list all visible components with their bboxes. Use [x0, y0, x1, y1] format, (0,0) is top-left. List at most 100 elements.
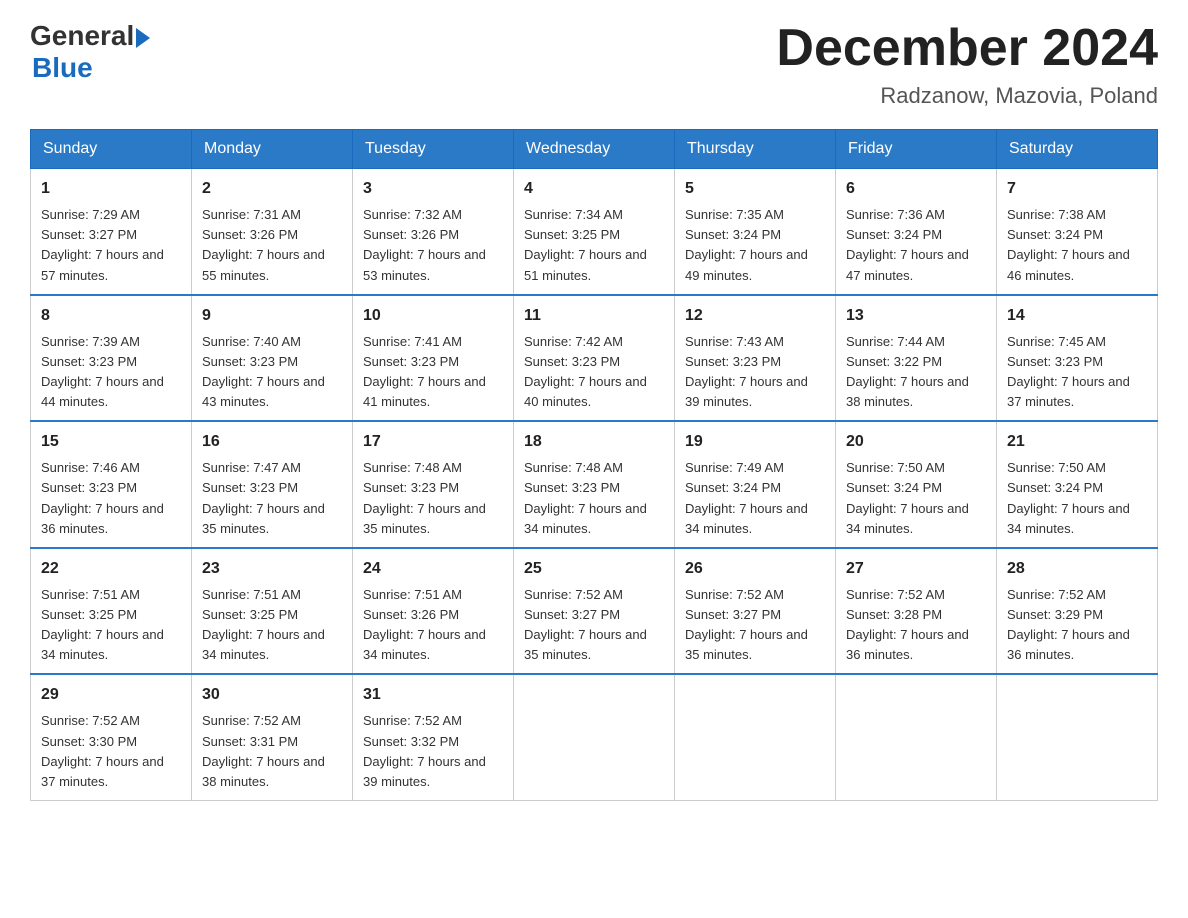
header-tuesday: Tuesday	[353, 130, 514, 169]
day-info: Sunrise: 7:43 AMSunset: 3:23 PMDaylight:…	[685, 334, 808, 409]
day-info: Sunrise: 7:52 AMSunset: 3:32 PMDaylight:…	[363, 713, 486, 788]
calendar-cell	[675, 674, 836, 800]
day-info: Sunrise: 7:50 AMSunset: 3:24 PMDaylight:…	[846, 460, 969, 535]
day-number: 28	[1007, 557, 1147, 581]
day-info: Sunrise: 7:47 AMSunset: 3:23 PMDaylight:…	[202, 460, 325, 535]
header-thursday: Thursday	[675, 130, 836, 169]
day-number: 29	[41, 683, 181, 707]
logo-general: General	[30, 20, 134, 52]
calendar-cell: 31 Sunrise: 7:52 AMSunset: 3:32 PMDaylig…	[353, 674, 514, 800]
calendar-cell: 20 Sunrise: 7:50 AMSunset: 3:24 PMDaylig…	[836, 421, 997, 548]
day-info: Sunrise: 7:48 AMSunset: 3:23 PMDaylight:…	[363, 460, 486, 535]
day-info: Sunrise: 7:51 AMSunset: 3:26 PMDaylight:…	[363, 587, 486, 662]
day-info: Sunrise: 7:45 AMSunset: 3:23 PMDaylight:…	[1007, 334, 1130, 409]
day-info: Sunrise: 7:52 AMSunset: 3:31 PMDaylight:…	[202, 713, 325, 788]
day-info: Sunrise: 7:32 AMSunset: 3:26 PMDaylight:…	[363, 207, 486, 282]
calendar-cell: 27 Sunrise: 7:52 AMSunset: 3:28 PMDaylig…	[836, 548, 997, 675]
calendar-cell	[836, 674, 997, 800]
calendar-cell	[514, 674, 675, 800]
day-number: 8	[41, 304, 181, 328]
logo-blue: Blue	[32, 52, 93, 84]
calendar-cell: 25 Sunrise: 7:52 AMSunset: 3:27 PMDaylig…	[514, 548, 675, 675]
calendar-cell	[997, 674, 1158, 800]
calendar-cell: 8 Sunrise: 7:39 AMSunset: 3:23 PMDayligh…	[31, 295, 192, 422]
day-info: Sunrise: 7:34 AMSunset: 3:25 PMDaylight:…	[524, 207, 647, 282]
calendar-cell: 7 Sunrise: 7:38 AMSunset: 3:24 PMDayligh…	[997, 169, 1158, 295]
day-number: 31	[363, 683, 503, 707]
calendar-cell: 13 Sunrise: 7:44 AMSunset: 3:22 PMDaylig…	[836, 295, 997, 422]
header-friday: Friday	[836, 130, 997, 169]
day-info: Sunrise: 7:29 AMSunset: 3:27 PMDaylight:…	[41, 207, 164, 282]
header-sunday: Sunday	[31, 130, 192, 169]
day-info: Sunrise: 7:40 AMSunset: 3:23 PMDaylight:…	[202, 334, 325, 409]
calendar-header-row: SundayMondayTuesdayWednesdayThursdayFrid…	[31, 130, 1158, 169]
calendar-cell: 16 Sunrise: 7:47 AMSunset: 3:23 PMDaylig…	[192, 421, 353, 548]
day-info: Sunrise: 7:52 AMSunset: 3:27 PMDaylight:…	[524, 587, 647, 662]
day-number: 9	[202, 304, 342, 328]
week-row-2: 8 Sunrise: 7:39 AMSunset: 3:23 PMDayligh…	[31, 295, 1158, 422]
calendar-cell: 29 Sunrise: 7:52 AMSunset: 3:30 PMDaylig…	[31, 674, 192, 800]
calendar-cell: 21 Sunrise: 7:50 AMSunset: 3:24 PMDaylig…	[997, 421, 1158, 548]
day-number: 18	[524, 430, 664, 454]
day-number: 22	[41, 557, 181, 581]
day-info: Sunrise: 7:52 AMSunset: 3:28 PMDaylight:…	[846, 587, 969, 662]
header-saturday: Saturday	[997, 130, 1158, 169]
day-number: 21	[1007, 430, 1147, 454]
calendar-cell: 18 Sunrise: 7:48 AMSunset: 3:23 PMDaylig…	[514, 421, 675, 548]
day-number: 23	[202, 557, 342, 581]
day-number: 30	[202, 683, 342, 707]
day-number: 20	[846, 430, 986, 454]
week-row-1: 1 Sunrise: 7:29 AMSunset: 3:27 PMDayligh…	[31, 169, 1158, 295]
day-number: 11	[524, 304, 664, 328]
day-number: 27	[846, 557, 986, 581]
day-info: Sunrise: 7:52 AMSunset: 3:30 PMDaylight:…	[41, 713, 164, 788]
day-number: 16	[202, 430, 342, 454]
calendar-cell: 17 Sunrise: 7:48 AMSunset: 3:23 PMDaylig…	[353, 421, 514, 548]
calendar-cell: 19 Sunrise: 7:49 AMSunset: 3:24 PMDaylig…	[675, 421, 836, 548]
calendar-cell: 6 Sunrise: 7:36 AMSunset: 3:24 PMDayligh…	[836, 169, 997, 295]
day-number: 25	[524, 557, 664, 581]
day-info: Sunrise: 7:50 AMSunset: 3:24 PMDaylight:…	[1007, 460, 1130, 535]
day-number: 26	[685, 557, 825, 581]
day-number: 12	[685, 304, 825, 328]
day-number: 15	[41, 430, 181, 454]
day-number: 2	[202, 177, 342, 201]
day-info: Sunrise: 7:48 AMSunset: 3:23 PMDaylight:…	[524, 460, 647, 535]
day-info: Sunrise: 7:51 AMSunset: 3:25 PMDaylight:…	[202, 587, 325, 662]
month-title: December 2024	[776, 20, 1158, 77]
day-number: 4	[524, 177, 664, 201]
day-info: Sunrise: 7:38 AMSunset: 3:24 PMDaylight:…	[1007, 207, 1130, 282]
calendar-cell: 30 Sunrise: 7:52 AMSunset: 3:31 PMDaylig…	[192, 674, 353, 800]
header-monday: Monday	[192, 130, 353, 169]
day-number: 10	[363, 304, 503, 328]
day-info: Sunrise: 7:46 AMSunset: 3:23 PMDaylight:…	[41, 460, 164, 535]
calendar-cell: 12 Sunrise: 7:43 AMSunset: 3:23 PMDaylig…	[675, 295, 836, 422]
day-number: 3	[363, 177, 503, 201]
day-info: Sunrise: 7:31 AMSunset: 3:26 PMDaylight:…	[202, 207, 325, 282]
week-row-4: 22 Sunrise: 7:51 AMSunset: 3:25 PMDaylig…	[31, 548, 1158, 675]
logo-arrow-icon	[136, 28, 150, 48]
day-info: Sunrise: 7:36 AMSunset: 3:24 PMDaylight:…	[846, 207, 969, 282]
day-info: Sunrise: 7:42 AMSunset: 3:23 PMDaylight:…	[524, 334, 647, 409]
day-number: 17	[363, 430, 503, 454]
day-number: 5	[685, 177, 825, 201]
day-number: 13	[846, 304, 986, 328]
day-info: Sunrise: 7:52 AMSunset: 3:29 PMDaylight:…	[1007, 587, 1130, 662]
title-section: December 2024 Radzanow, Mazovia, Poland	[776, 20, 1158, 109]
calendar-table: SundayMondayTuesdayWednesdayThursdayFrid…	[30, 129, 1158, 801]
logo: General Blue	[30, 20, 150, 84]
week-row-3: 15 Sunrise: 7:46 AMSunset: 3:23 PMDaylig…	[31, 421, 1158, 548]
location: Radzanow, Mazovia, Poland	[776, 83, 1158, 109]
day-info: Sunrise: 7:51 AMSunset: 3:25 PMDaylight:…	[41, 587, 164, 662]
page-header: General Blue December 2024 Radzanow, Maz…	[30, 20, 1158, 109]
calendar-cell: 3 Sunrise: 7:32 AMSunset: 3:26 PMDayligh…	[353, 169, 514, 295]
calendar-cell: 28 Sunrise: 7:52 AMSunset: 3:29 PMDaylig…	[997, 548, 1158, 675]
calendar-cell: 9 Sunrise: 7:40 AMSunset: 3:23 PMDayligh…	[192, 295, 353, 422]
week-row-5: 29 Sunrise: 7:52 AMSunset: 3:30 PMDaylig…	[31, 674, 1158, 800]
day-number: 14	[1007, 304, 1147, 328]
calendar-cell: 24 Sunrise: 7:51 AMSunset: 3:26 PMDaylig…	[353, 548, 514, 675]
day-number: 24	[363, 557, 503, 581]
calendar-cell: 4 Sunrise: 7:34 AMSunset: 3:25 PMDayligh…	[514, 169, 675, 295]
calendar-cell: 10 Sunrise: 7:41 AMSunset: 3:23 PMDaylig…	[353, 295, 514, 422]
day-number: 6	[846, 177, 986, 201]
